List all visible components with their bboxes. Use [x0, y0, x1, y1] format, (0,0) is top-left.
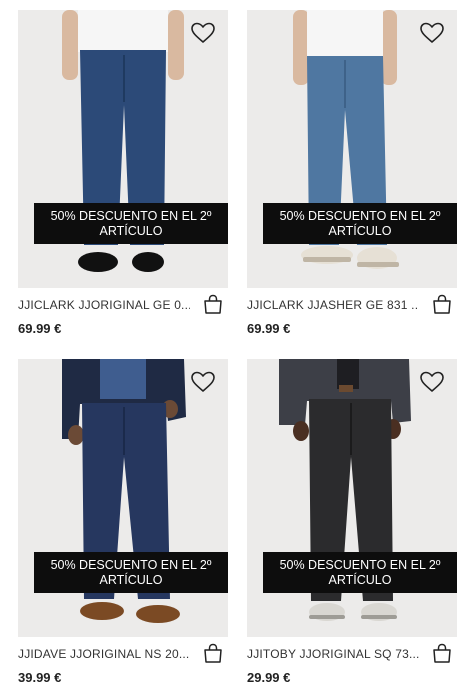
model-image	[247, 10, 457, 288]
promo-line-1: 50% DESCUENTO EN EL 2º	[50, 557, 212, 572]
shopping-bag-icon[interactable]	[431, 293, 453, 315]
promo-banner: 50% DESCUENTO EN EL 2º ARTÍCULO	[263, 203, 457, 244]
shopping-bag-icon[interactable]	[202, 642, 224, 664]
product-price: 39.99 €	[18, 670, 62, 685]
model-image	[18, 359, 228, 637]
product-name[interactable]: JJIDAVE JJORIGINAL NS 20...	[18, 647, 190, 661]
promo-line-2: ARTÍCULO	[328, 572, 392, 587]
product-meta: JJITOBY JJORIGINAL SQ 73... 29.99 €	[247, 637, 457, 693]
product-name[interactable]: JJICLARK JJASHER GE 831 ...	[247, 298, 419, 312]
promo-line-2: ARTÍCULO	[99, 572, 163, 587]
product-grid: 50% DESCUENTO EN EL 2º ARTÍCULO JJICLARK…	[0, 0, 475, 693]
product-name[interactable]: JJITOBY JJORIGINAL SQ 73...	[247, 647, 419, 661]
promo-banner: 50% DESCUENTO EN EL 2º ARTÍCULO	[34, 203, 228, 244]
promo-line-2: ARTÍCULO	[328, 223, 392, 238]
shopping-bag-icon[interactable]	[202, 293, 224, 315]
promo-line-1: 50% DESCUENTO EN EL 2º	[279, 208, 441, 223]
shopping-bag-icon[interactable]	[431, 642, 453, 664]
model-image	[247, 359, 457, 637]
promo-line-2: ARTÍCULO	[99, 223, 163, 238]
promo-line-1: 50% DESCUENTO EN EL 2º	[50, 208, 212, 223]
product-meta: JJIDAVE JJORIGINAL NS 20... 39.99 €	[18, 637, 228, 693]
product-price: 69.99 €	[247, 321, 291, 336]
product-card[interactable]: 50% DESCUENTO EN EL 2º ARTÍCULO JJITOBY …	[247, 359, 457, 693]
product-meta: JJICLARK JJASHER GE 831 ... 69.99 €	[247, 288, 457, 348]
wishlist-heart-icon[interactable]	[419, 370, 445, 394]
product-photo[interactable]: 50% DESCUENTO EN EL 2º ARTÍCULO	[247, 10, 457, 288]
wishlist-heart-icon[interactable]	[419, 21, 445, 45]
product-name[interactable]: JJICLARK JJORIGINAL GE 0...	[18, 298, 190, 312]
promo-banner: 50% DESCUENTO EN EL 2º ARTÍCULO	[263, 552, 457, 593]
wishlist-heart-icon[interactable]	[190, 370, 216, 394]
product-card[interactable]: 50% DESCUENTO EN EL 2º ARTÍCULO JJIDAVE …	[18, 359, 228, 693]
product-price: 29.99 €	[247, 670, 291, 685]
promo-line-1: 50% DESCUENTO EN EL 2º	[279, 557, 441, 572]
product-card[interactable]: 50% DESCUENTO EN EL 2º ARTÍCULO JJICLARK…	[247, 10, 457, 348]
product-meta: JJICLARK JJORIGINAL GE 0... 69.99 €	[18, 288, 228, 348]
product-card[interactable]: 50% DESCUENTO EN EL 2º ARTÍCULO JJICLARK…	[18, 10, 228, 348]
product-price: 69.99 €	[18, 321, 62, 336]
product-photo[interactable]: 50% DESCUENTO EN EL 2º ARTÍCULO	[18, 10, 228, 288]
product-photo[interactable]: 50% DESCUENTO EN EL 2º ARTÍCULO	[247, 359, 457, 637]
model-image	[18, 10, 228, 288]
promo-banner: 50% DESCUENTO EN EL 2º ARTÍCULO	[34, 552, 228, 593]
wishlist-heart-icon[interactable]	[190, 21, 216, 45]
product-photo[interactable]: 50% DESCUENTO EN EL 2º ARTÍCULO	[18, 359, 228, 637]
